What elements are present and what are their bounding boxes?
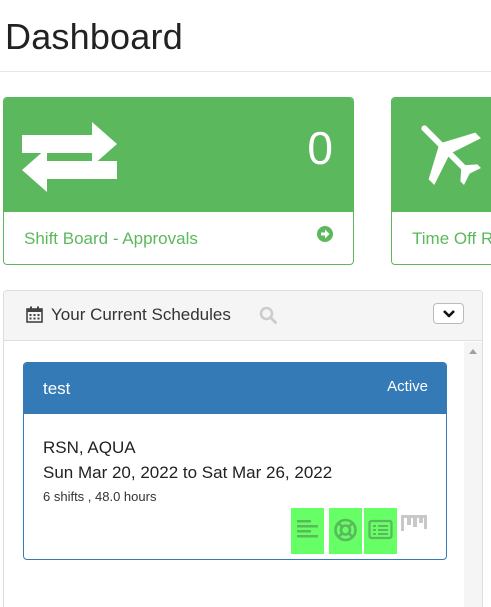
chevron-down-icon [443,310,455,318]
align-left-icon [297,520,318,538]
panel-title: Your Current Schedules [51,305,231,324]
trello-icon [401,515,427,531]
card-header [392,98,491,212]
schedule-summary: 6 shifts , 48.0 hours [43,489,157,504]
circle-arrow-right-icon[interactable] [317,226,333,242]
card-link-label[interactable]: Time Off R [412,229,491,249]
list-alt-button[interactable] [364,508,397,554]
search-icon[interactable] [259,306,277,324]
life-ring-icon [334,518,357,542]
schedule-card[interactable]: test Active RSN, AQUA Sun Mar 20, 2022 t… [23,362,447,560]
time-off-requests-card[interactable]: Time Off R [391,97,491,265]
collapse-button[interactable] [433,303,464,324]
align-left-button[interactable] [291,508,324,554]
current-schedules-panel: Your Current Schedules test Active RSN, … [3,290,483,607]
list-alt-icon [368,519,393,540]
schedule-name[interactable]: test [43,379,70,399]
scroll-up-arrow[interactable] [469,349,477,354]
life-ring-button[interactable] [329,508,362,554]
card-header: 0 [4,98,353,212]
card-count: 0 [307,122,333,174]
scrollbar[interactable] [464,342,482,607]
trello-button[interactable] [400,514,428,538]
card-link-label[interactable]: Shift Board - Approvals [24,229,198,249]
schedule-card-header: test Active [24,363,446,414]
schedule-location: RSN, AQUA [43,438,136,457]
schedule-status: Active [387,378,428,395]
plane-icon [421,125,481,185]
swap-arrows-icon [22,122,117,192]
title-divider [0,71,491,72]
shift-board-approvals-card[interactable]: 0 Shift Board - Approvals [3,97,354,265]
page-title: Dashboard [5,16,183,57]
panel-heading: Your Current Schedules [4,291,482,341]
calendar-icon [26,306,43,323]
schedule-dates: Sun Mar 20, 2022 to Sat Mar 26, 2022 [43,463,333,482]
